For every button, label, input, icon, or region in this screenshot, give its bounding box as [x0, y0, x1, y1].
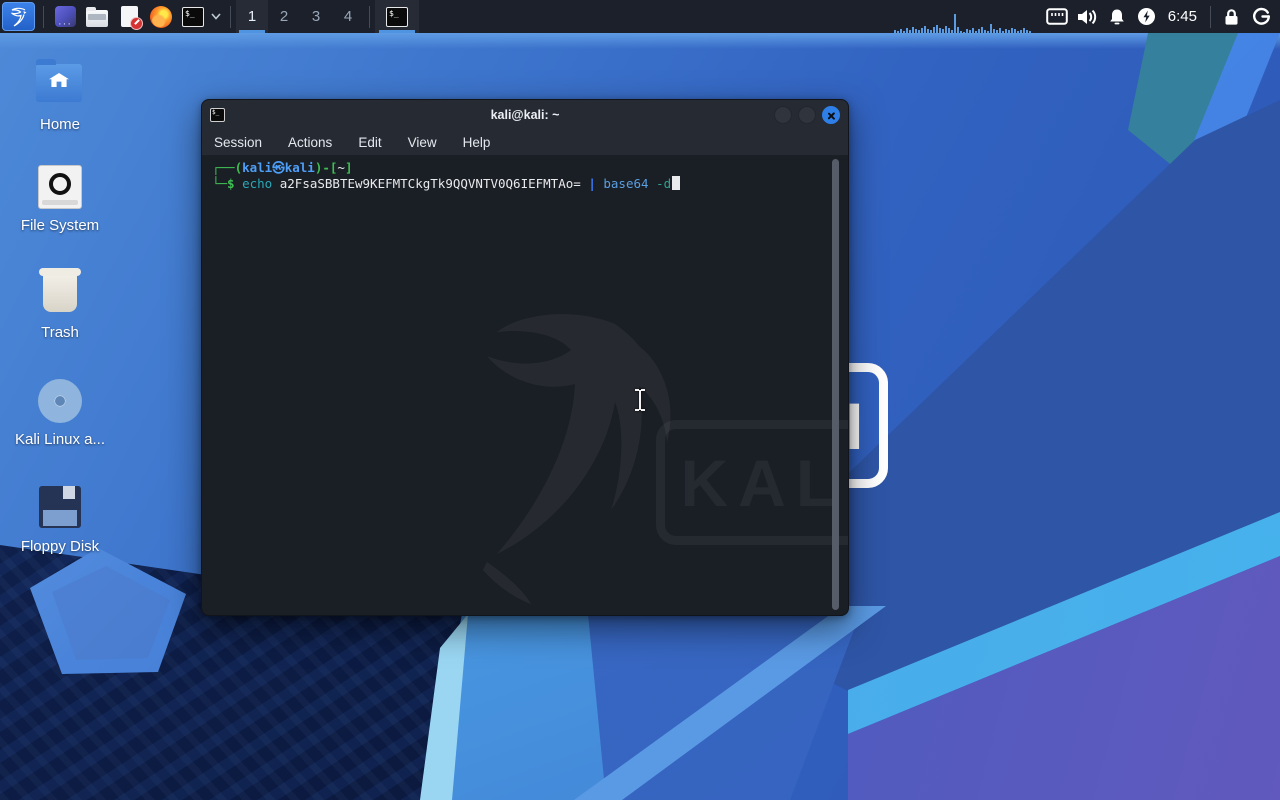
- floppy-icon: [36, 486, 84, 532]
- desktop: KALI Home File System Trash Kali Linux a…: [0, 0, 1280, 800]
- power-bolt-icon: [1138, 8, 1156, 25]
- menu-edit[interactable]: Edit: [358, 135, 381, 150]
- prompt-line-1: ┌──(kali㉿kali)-[~]: [212, 160, 834, 176]
- chevron-down-icon[interactable]: [211, 13, 221, 20]
- window-titlebar[interactable]: $_ kali@kali: ~: [202, 100, 848, 130]
- panel-separator: [1210, 5, 1211, 28]
- cd-disc-icon: [36, 379, 84, 425]
- cmd-flag-d: -d: [656, 176, 672, 191]
- desktop-icon-label: Kali Linux a...: [14, 431, 106, 448]
- prompt-cwd: ~: [337, 160, 345, 175]
- desktop-icon-label: Trash: [41, 324, 79, 341]
- menu-view[interactable]: View: [408, 135, 437, 150]
- tray-notifications[interactable]: [1102, 0, 1132, 33]
- trash-icon: [36, 268, 84, 318]
- desktop-icon-trash[interactable]: Trash: [8, 268, 112, 341]
- prompt-mid: )-[: [314, 160, 338, 175]
- command-line: └─$ echo a2FsaSBBTEw9KEFMTCkgTk9QQVNTV0Q…: [212, 176, 834, 192]
- window-title: kali@kali: ~: [490, 108, 560, 122]
- home-folder-icon: [36, 59, 84, 110]
- menu-help[interactable]: Help: [463, 135, 491, 150]
- desktop-icon-label: Home: [39, 116, 80, 133]
- drive-icon: [36, 165, 84, 211]
- tray-lock-screen[interactable]: [1216, 0, 1246, 33]
- menu-actions[interactable]: Actions: [288, 135, 332, 150]
- activity-graph: [893, 12, 1036, 34]
- terminal-window-icon: $_: [386, 6, 408, 27]
- kali-dragon-watermark-icon: [483, 314, 671, 604]
- launcher-terminal[interactable]: $_: [178, 2, 208, 31]
- workspace-2[interactable]: 2: [268, 0, 300, 33]
- log-out-icon: [1252, 7, 1270, 25]
- cmd-echo: echo: [242, 176, 273, 191]
- cmd-base64: base64: [603, 176, 649, 191]
- desktop-icon-kali-linux[interactable]: Kali Linux a...: [8, 378, 112, 448]
- prompt-open: ┌──(: [212, 160, 243, 175]
- panel-separator: [230, 5, 231, 28]
- kali-menu-button[interactable]: [2, 2, 35, 31]
- taskbar-terminal-window-button[interactable]: $_: [375, 0, 419, 33]
- lock-icon: [1225, 8, 1237, 25]
- desktop-icon-label: Floppy Disk: [20, 538, 100, 555]
- prompt-close: ]: [344, 160, 353, 175]
- file-manager-icon: [86, 6, 108, 27]
- wallpaper-light-band: [0, 33, 1280, 49]
- text-editor-icon: [120, 6, 143, 30]
- workspace-4[interactable]: 4: [332, 0, 364, 33]
- launcher-firefox[interactable]: [146, 2, 176, 31]
- terminal-content[interactable]: KALI ┌──(kali㉿kali)-[~] └─$ echo a2FsaSB…: [202, 156, 849, 615]
- tray-network[interactable]: [1042, 0, 1072, 33]
- desktop-icon-floppy-disk[interactable]: Floppy Disk: [8, 484, 112, 555]
- terminal-scrollbar[interactable]: [832, 159, 839, 610]
- panel-separator: [43, 5, 44, 28]
- cmd-arg-base64-string: a2FsaSBBTEw9KEFMTCkgTk9QQVNTV0Q6IEFMTAo=: [279, 176, 581, 191]
- mouse-ibeam-cursor: [635, 389, 645, 411]
- workspace-1[interactable]: 1: [236, 0, 268, 33]
- tray-log-out[interactable]: [1246, 0, 1276, 33]
- terminal-launcher-icon: $_: [182, 6, 204, 27]
- workspace-3[interactable]: 3: [300, 0, 332, 33]
- panel-clock[interactable]: 6:45: [1168, 8, 1197, 25]
- panel-separator: [369, 5, 370, 28]
- window-menubar: Session Actions Edit View Help: [202, 130, 848, 156]
- close-button[interactable]: [822, 106, 840, 124]
- bell-icon: [1109, 9, 1124, 24]
- kali-logo-icon: [10, 7, 26, 27]
- kali-watermark-text: KALI: [680, 445, 849, 520]
- tray-volume[interactable]: [1072, 0, 1102, 33]
- workspace-switcher: 1 2 3 4: [236, 0, 364, 33]
- minimize-button[interactable]: [774, 106, 792, 124]
- network-icon: [1045, 8, 1068, 25]
- menu-session[interactable]: Session: [214, 135, 262, 150]
- desktop-icon-file-system[interactable]: File System: [8, 164, 112, 234]
- firefox-icon: [150, 5, 172, 28]
- launcher-text-editor[interactable]: [114, 2, 144, 31]
- terminal-window: $_ kali@kali: ~ Session Actions Edit Vie…: [201, 99, 849, 616]
- app-finder-icon: [54, 6, 76, 30]
- launcher-app-finder[interactable]: [50, 2, 80, 31]
- prompt-symbol: └─$: [212, 176, 243, 191]
- kali-watermark-badge: KALI: [656, 420, 849, 545]
- tray-power-manager[interactable]: [1132, 0, 1162, 33]
- volume-icon: [1078, 9, 1097, 24]
- desktop-icon-home[interactable]: Home: [8, 58, 112, 133]
- cmd-pipe: |: [588, 176, 596, 191]
- top-panel: $_ 1 2 3 4 $_: [0, 0, 1280, 34]
- desktop-icon-label: File System: [20, 217, 100, 234]
- launcher-file-manager[interactable]: [82, 2, 112, 31]
- maximize-button[interactable]: [798, 106, 816, 124]
- prompt-user-host: kali㉿kali: [242, 160, 315, 175]
- terminal-cursor: [672, 176, 681, 190]
